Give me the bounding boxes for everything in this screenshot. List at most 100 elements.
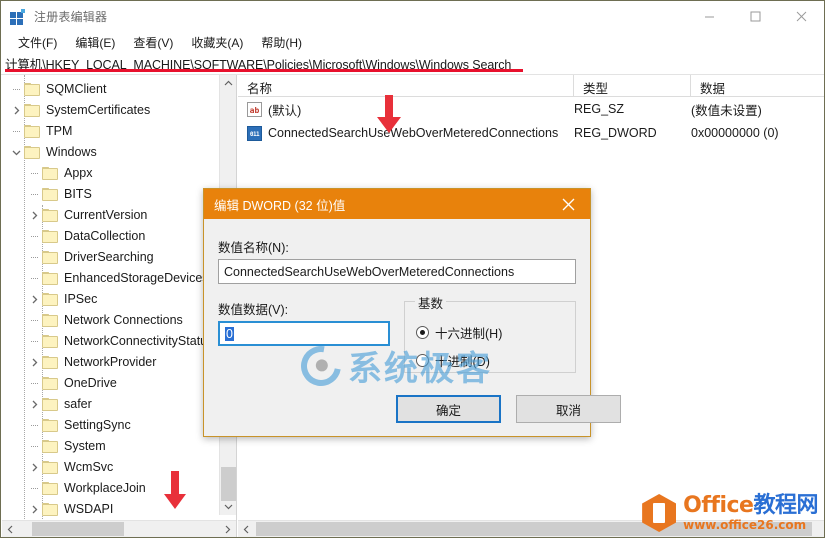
cancel-button[interactable]: 取消 (516, 395, 621, 423)
folder-icon (42, 460, 59, 475)
scroll-up-icon[interactable] (220, 75, 236, 92)
value-data-input[interactable]: 0 (218, 321, 390, 346)
tree-leaf-connector (26, 226, 42, 247)
tree-item-driversearching[interactable]: DriverSearching (2, 247, 220, 268)
scroll-right-icon[interactable] (219, 521, 236, 537)
base-group-label: 基数 (415, 293, 447, 312)
chevron-right-icon[interactable] (26, 205, 42, 226)
tree-item-label: Appx (64, 166, 93, 180)
tree-item-windows[interactable]: Windows (2, 142, 220, 163)
tree-hscrollbar-thumb[interactable] (32, 522, 124, 536)
tree-item-appx[interactable]: Appx (2, 163, 220, 184)
value-type-cell: REG_DWORD (574, 126, 657, 140)
value-row[interactable]: 011 ConnectedSearchUseWebOverMeteredConne… (238, 121, 824, 145)
scroll-left-icon[interactable] (2, 521, 19, 537)
folder-icon (24, 82, 41, 97)
tree-item-bits[interactable]: BITS (2, 184, 220, 205)
folder-icon (42, 250, 59, 265)
dword-value-icon: 011 (247, 125, 262, 141)
chevron-right-icon[interactable] (26, 499, 42, 520)
dialog-titlebar: 编辑 DWORD (32 位)值 (204, 189, 590, 219)
edit-dword-dialog: 编辑 DWORD (32 位)值 数值名称(N): ConnectedSearc… (203, 188, 621, 437)
tree-item-label: BITS (64, 187, 92, 201)
values-scroll-left-icon[interactable] (238, 521, 255, 537)
tree-item-workplacejoin[interactable]: WorkplaceJoin (2, 478, 220, 499)
tree-item-label: IPSec (64, 292, 98, 306)
value-name-cell: 011 ConnectedSearchUseWebOverMeteredConne… (238, 125, 574, 141)
folder-icon (42, 334, 59, 349)
registry-editor-icon (10, 8, 26, 25)
tree-item-settingsync[interactable]: SettingSync (2, 415, 220, 436)
tree-item-datacollection[interactable]: DataCollection (2, 226, 220, 247)
menu-favorites[interactable]: 收藏夹(A) (182, 32, 252, 54)
tree-item-label: SettingSync (64, 418, 131, 432)
tree-item-ipsec[interactable]: IPSec (2, 289, 220, 310)
tree-leaf-connector (26, 373, 42, 394)
value-data-cell: (数值未设置) (691, 103, 762, 118)
value-name-cell: ab (默认) (238, 100, 574, 119)
ok-button[interactable]: 确定 (396, 395, 501, 423)
tree-item-wcmsvc[interactable]: WcmSvc (2, 457, 220, 478)
tree-item-currentversion[interactable]: CurrentVersion (2, 205, 220, 226)
column-header-data[interactable]: 数据 (691, 75, 824, 97)
folder-icon (42, 208, 59, 223)
tree-leaf-connector (26, 436, 42, 457)
tree-item-label: System (64, 439, 106, 453)
value-data-text: 0 (225, 326, 234, 341)
menubar: 文件(F) 编辑(E) 查看(V) 收藏夹(A) 帮助(H) (1, 32, 824, 53)
tree-leaf-connector (26, 415, 42, 436)
tree-leaf-connector (8, 79, 24, 100)
registry-tree-pane: SQMClient SystemCertificates TPM Windows App… (2, 75, 237, 537)
tree-item-networkconnectivitystatusindicator[interactable]: NetworkConnectivityStatusIndicator (2, 331, 236, 352)
value-row[interactable]: ab (默认) REG_SZ (数值未设置) (238, 97, 824, 121)
tree-item-label: OneDrive (64, 376, 117, 390)
chevron-right-icon[interactable] (26, 352, 42, 373)
watermark-url: www.office26.com (683, 518, 807, 532)
tree-item-label: CurrentVersion (64, 208, 148, 222)
radio-hexadecimal[interactable]: 十六进制(H) (416, 323, 502, 342)
tree-scrollbar-thumb[interactable] (221, 467, 236, 501)
value-name-input[interactable]: ConnectedSearchUseWebOverMeteredConnecti… (218, 259, 576, 284)
chevron-right-icon[interactable] (8, 100, 24, 121)
chevron-right-icon[interactable] (26, 457, 42, 478)
minimize-button[interactable] (686, 1, 732, 32)
tree-item-safer[interactable]: safer (2, 394, 220, 415)
folder-icon (24, 124, 41, 139)
chevron-right-icon[interactable] (26, 394, 42, 415)
tree-horizontal-scrollbar[interactable] (2, 520, 236, 537)
radio-decimal[interactable]: 十进制(D) (416, 351, 490, 370)
chevron-down-icon[interactable] (8, 142, 24, 163)
tree-item-tpm[interactable]: TPM (2, 121, 220, 142)
tree-item-sqmclient[interactable]: SQMClient (2, 79, 220, 100)
chevron-right-icon[interactable] (26, 289, 42, 310)
tree-item-wsdapi[interactable]: WSDAPI (2, 499, 220, 520)
close-button[interactable] (778, 1, 824, 32)
address-underline-annotation (5, 69, 523, 72)
value-data-label: 数值数据(V): (218, 303, 289, 317)
tree-item-networkprovider[interactable]: NetworkProvider (2, 352, 220, 373)
menu-file[interactable]: 文件(F) (9, 32, 66, 54)
value-name-text: (默认) (268, 103, 302, 118)
folder-icon (42, 376, 59, 391)
tree-item-network-connections[interactable]: Network Connections (2, 310, 220, 331)
tree-leaf-connector (26, 268, 42, 289)
maximize-button[interactable] (732, 1, 778, 32)
tree-item-label: WSDAPI (64, 502, 114, 516)
tree-item-systemcertificates[interactable]: SystemCertificates (2, 100, 220, 121)
scroll-down-icon[interactable] (220, 498, 236, 515)
tree-item-system[interactable]: System (2, 436, 220, 457)
radio-hexadecimal-icon (416, 326, 429, 339)
tree-leaf-connector (26, 331, 42, 352)
tree-item-onedrive[interactable]: OneDrive (2, 373, 220, 394)
column-header-name[interactable]: 名称 (238, 75, 574, 97)
menu-view[interactable]: 查看(V) (124, 32, 182, 54)
column-header-type[interactable]: 类型 (574, 75, 691, 97)
values-column-header: 名称 类型 数据 (238, 75, 824, 97)
dialog-title: 编辑 DWORD (32 位)值 (214, 198, 346, 213)
tree-item-enhancedstoragedevices[interactable]: EnhancedStorageDevices (2, 268, 220, 289)
menu-edit[interactable]: 编辑(E) (66, 32, 124, 54)
tree-item-label: Windows (46, 145, 97, 159)
menu-help[interactable]: 帮助(H) (252, 32, 311, 54)
tree-item-label: TPM (46, 124, 73, 138)
dialog-close-button[interactable] (546, 189, 590, 219)
